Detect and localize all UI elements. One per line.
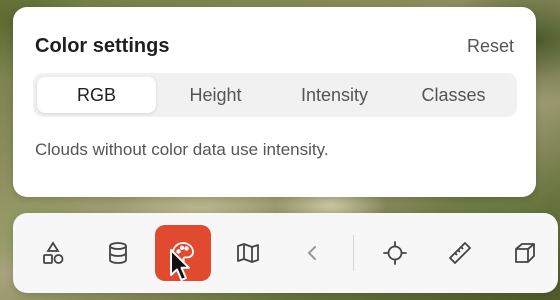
panel-title: Color settings bbox=[35, 35, 170, 57]
mode-classes-tab[interactable]: Classes bbox=[394, 77, 513, 113]
mode-intensity-tab[interactable]: Intensity bbox=[275, 77, 394, 113]
color-mode-selector: RGB Height Intensity Classes bbox=[33, 73, 517, 117]
shapes-icon bbox=[43, 241, 64, 264]
color-settings-panel: Color settings Reset RGB Height Intensit… bbox=[13, 7, 536, 197]
reset-button[interactable]: Reset bbox=[467, 36, 514, 57]
mouse-cursor-icon bbox=[170, 249, 190, 281]
shapes-tool-button[interactable] bbox=[25, 225, 81, 281]
mode-rgb-tab[interactable]: RGB bbox=[37, 77, 156, 113]
measure-tool-button[interactable] bbox=[432, 225, 488, 281]
chevron-left-icon bbox=[307, 246, 316, 260]
cube-icon bbox=[515, 243, 535, 263]
crosshair-icon bbox=[383, 241, 407, 265]
map-tool-button[interactable] bbox=[220, 225, 276, 281]
3d-view-tool-button[interactable] bbox=[497, 225, 553, 281]
collapse-toolbar-button[interactable] bbox=[285, 225, 341, 281]
bottom-toolbar bbox=[13, 213, 558, 293]
toolbar-divider bbox=[353, 235, 354, 271]
database-icon bbox=[109, 242, 127, 264]
hint-text: Clouds without color data use intensity. bbox=[35, 140, 329, 159]
mode-height-tab[interactable]: Height bbox=[156, 77, 275, 113]
ruler-icon bbox=[449, 242, 471, 264]
map-icon bbox=[237, 243, 259, 263]
layers-tool-button[interactable] bbox=[90, 225, 146, 281]
locate-tool-button[interactable] bbox=[367, 225, 423, 281]
